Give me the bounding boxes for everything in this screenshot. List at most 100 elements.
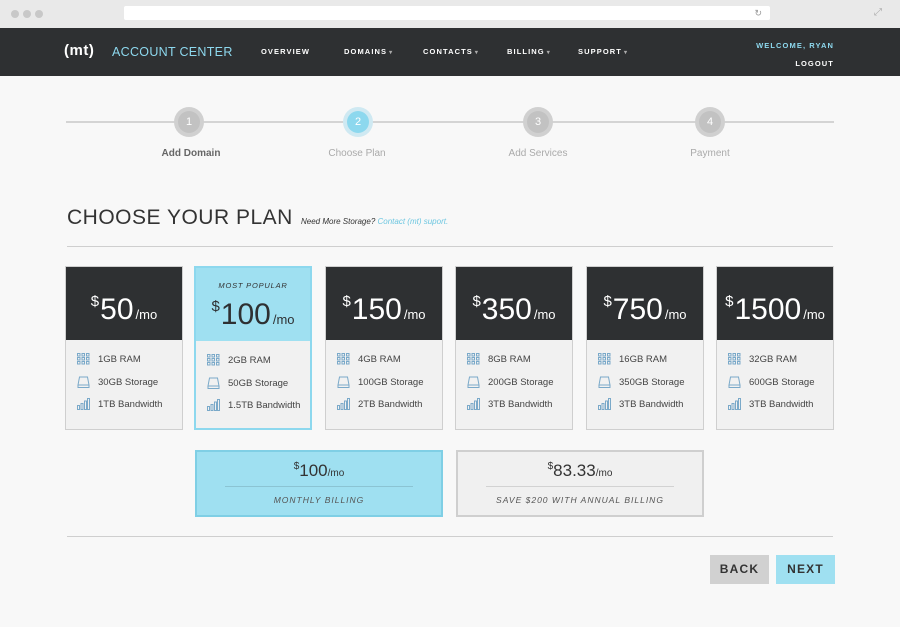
step-1-circle[interactable]: 1	[174, 107, 204, 137]
chevron-down-icon: ▾	[389, 50, 394, 56]
divider	[486, 486, 674, 487]
currency-symbol: $	[342, 293, 351, 310]
window-dot-icon[interactable]	[35, 10, 43, 18]
bandwidth-spec: 1.5TB Bandwidth	[228, 400, 301, 411]
bandwidth-spec: 1TB Bandwidth	[98, 399, 163, 410]
currency-symbol: $	[472, 293, 481, 310]
bandwidth-spec: 3TB Bandwidth	[619, 399, 684, 410]
step-3-circle[interactable]: 3	[523, 107, 553, 137]
logout-link[interactable]: LOGOUT	[795, 59, 834, 68]
contact-support-link[interactable]: Contact (mt) suport.	[378, 217, 449, 226]
storage-spec: 350GB Storage	[619, 377, 685, 388]
monthly-billing-label: MONTHLY BILLING	[273, 495, 365, 505]
step-1-label: Add Domain	[161, 148, 221, 159]
price-period: /mo	[664, 307, 687, 322]
plan-price: $150/mo	[326, 284, 442, 333]
storage-icon	[77, 376, 90, 388]
plan-header: MOST POPULAR $100/mo	[196, 268, 310, 341]
window-dot-icon[interactable]	[23, 10, 31, 18]
ram-icon	[77, 353, 90, 365]
ram-icon	[728, 353, 741, 365]
chevron-down-icon: ▾	[623, 50, 629, 56]
storage-icon	[728, 376, 741, 388]
brand-title[interactable]: ACCOUNT CENTER	[112, 45, 233, 59]
expand-icon[interactable]: ⤢	[874, 6, 882, 20]
monthly-price: $100/mo	[293, 461, 345, 480]
ram-spec: 32GB RAM	[749, 354, 798, 365]
divider	[67, 536, 833, 537]
currency-symbol: $	[211, 298, 220, 315]
price-amount: 1500	[734, 293, 802, 326]
ram-icon	[207, 354, 220, 366]
plan-card-350[interactable]: $350/mo 8GB RAM 200GB Storage 3TB Bandwi…	[455, 266, 573, 430]
storage-spec: 600GB Storage	[749, 377, 815, 388]
bandwidth-icon	[337, 398, 350, 410]
divider	[225, 486, 413, 487]
window-dot-icon[interactable]	[11, 10, 19, 18]
plan-header: $1500/mo	[717, 267, 833, 340]
annual-price: $83.33/mo	[547, 461, 613, 480]
nav-contacts[interactable]: CONTACTS ▾	[423, 47, 479, 56]
bandwidth-spec: 2TB Bandwidth	[358, 399, 423, 410]
storage-spec: 30GB Storage	[98, 377, 159, 388]
address-bar[interactable]: ↻	[124, 6, 770, 20]
ram-spec: 2GB RAM	[228, 355, 271, 366]
storage-icon	[467, 376, 480, 388]
plan-header: $750/mo	[587, 267, 703, 340]
chevron-down-icon: ▾	[546, 50, 551, 56]
currency-symbol: $	[603, 293, 612, 310]
plan-price: $100/mo	[196, 289, 310, 338]
annual-billing-option[interactable]: $83.33/mo SAVE $200 WITH ANNUAL BILLING	[456, 450, 704, 517]
storage-icon	[207, 377, 220, 389]
nav-billing[interactable]: BILLING ▾	[507, 47, 551, 56]
chevron-down-icon: ▾	[474, 50, 480, 56]
price-period: /mo	[533, 307, 556, 322]
nav-support[interactable]: SUPPORT ▾	[578, 47, 628, 56]
divider	[67, 246, 833, 247]
reload-icon[interactable]: ↻	[754, 6, 762, 20]
price-amount: 100	[220, 298, 271, 331]
plan-price: $750/mo	[587, 284, 703, 333]
ram-icon	[598, 353, 611, 365]
plan-card-100[interactable]: MOST POPULAR $100/mo 2GB RAM 50GB Storag…	[194, 266, 312, 430]
plan-card-750[interactable]: $750/mo 16GB RAM 350GB Storage 3TB Bandw…	[586, 266, 704, 430]
nav-overview[interactable]: OVERVIEW	[261, 47, 310, 56]
annual-billing-label: SAVE $200 WITH ANNUAL BILLING	[496, 495, 664, 505]
ram-spec: 4GB RAM	[358, 354, 401, 365]
price-period: /mo	[403, 307, 426, 322]
plan-card-1500[interactable]: $1500/mo 32GB RAM 600GB Storage 3TB Band…	[716, 266, 834, 430]
storage-spec: 200GB Storage	[488, 377, 554, 388]
nav-domains[interactable]: DOMAINS ▾	[344, 47, 393, 56]
plan-price: $50/mo	[66, 284, 182, 333]
storage-spec: 50GB Storage	[228, 378, 289, 389]
bandwidth-icon	[467, 398, 480, 410]
top-header: (mt) ACCOUNT CENTER OVERVIEW DOMAINS ▾ CO…	[0, 28, 900, 76]
monthly-billing-option[interactable]: $100/mo MONTHLY BILLING	[195, 450, 443, 517]
currency-symbol: $	[90, 293, 100, 310]
plan-card-150[interactable]: $150/mo 4GB RAM 100GB Storage 2TB Bandwi…	[325, 266, 443, 430]
price-amount: 350	[481, 293, 532, 326]
back-button[interactable]: BACK	[710, 555, 769, 584]
logo[interactable]: (mt)	[64, 42, 94, 59]
bandwidth-icon	[598, 398, 611, 410]
step-4-circle[interactable]: 4	[695, 107, 725, 137]
price-period: /mo	[803, 307, 825, 322]
price-amount: 750	[612, 293, 663, 326]
step-2-circle[interactable]: 2	[343, 107, 373, 137]
storage-spec: 100GB Storage	[358, 377, 424, 388]
bandwidth-icon	[728, 398, 741, 410]
plan-price: $350/mo	[456, 284, 572, 333]
currency-symbol: $	[725, 293, 734, 310]
price-period: /mo	[272, 312, 295, 327]
storage-icon	[598, 376, 611, 388]
step-4-label: Payment	[690, 148, 730, 159]
plan-card-50[interactable]: $50/mo 1GB RAM 30GB Storage 1TB Bandwidt…	[65, 266, 183, 430]
ram-spec: 8GB RAM	[488, 354, 531, 365]
bandwidth-icon	[207, 399, 220, 411]
plan-price: $1500/mo	[717, 284, 833, 333]
ram-icon	[467, 353, 480, 365]
next-button[interactable]: NEXT	[776, 555, 835, 584]
price-amount: 150	[351, 293, 402, 326]
plan-header: $50/mo	[66, 267, 182, 340]
page-title: CHOOSE YOUR PLAN	[67, 206, 293, 229]
